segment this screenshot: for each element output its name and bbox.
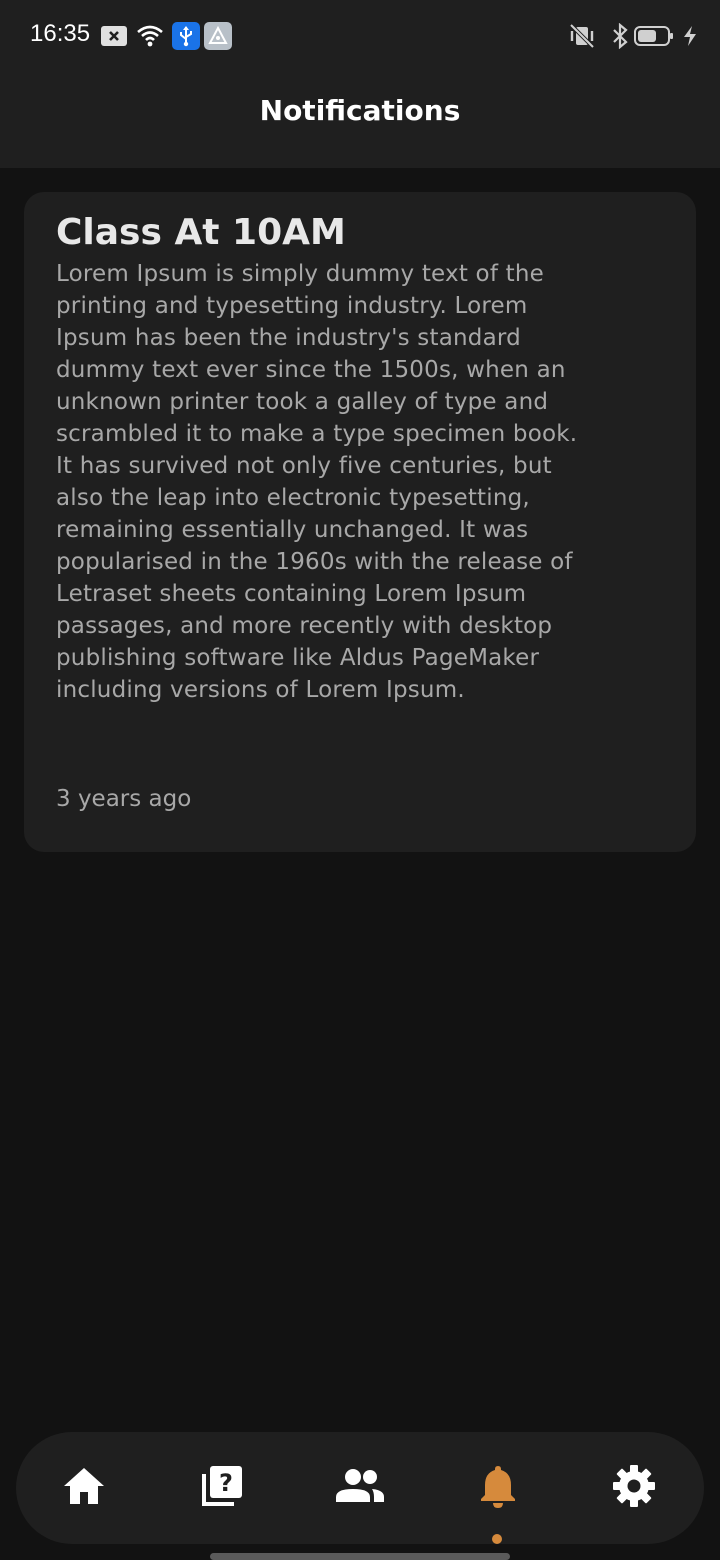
- nav-item-home[interactable]: [54, 1456, 114, 1516]
- notification-body: Lorem Ipsum is simply dummy text of the …: [56, 261, 578, 703]
- home-icon: [64, 1468, 104, 1504]
- page-title: Notifications: [259, 94, 461, 127]
- settings-icon: [613, 1465, 655, 1507]
- notification-card[interactable]: Class At 10AM Lorem Ipsum is simply dumm…: [24, 192, 696, 852]
- app-icon: [204, 22, 232, 50]
- home-indicator[interactable]: [210, 1553, 510, 1560]
- app-bar: Notifications: [0, 72, 720, 168]
- status-bar: 16:35: [0, 0, 720, 72]
- active-indicator-dot: [492, 1534, 502, 1544]
- notification-timestamp: 3 years ago: [56, 786, 192, 812]
- charging-icon: [676, 22, 704, 50]
- notifications-screen: 16:35 Notifications Class At 10AM Lorem …: [0, 0, 720, 1560]
- bluetooth-icon: [606, 22, 634, 50]
- vibrate-off-icon: [568, 22, 596, 50]
- status-time: 16:35: [30, 20, 91, 47]
- svg-text:?: ?: [219, 1469, 233, 1497]
- wifi-icon: [136, 22, 164, 50]
- bottom-navigation: ?: [16, 1432, 704, 1544]
- nav-item-notifications[interactable]: [468, 1456, 528, 1516]
- nav-item-quiz[interactable]: ?: [192, 1456, 252, 1516]
- nav-item-people[interactable]: [330, 1456, 390, 1516]
- bell-icon: [481, 1466, 515, 1508]
- battery-icon: [634, 26, 674, 46]
- notification-title: Class At 10AM: [56, 212, 346, 253]
- usb-icon: [172, 22, 200, 50]
- nav-item-settings[interactable]: [604, 1456, 664, 1516]
- close-box-icon: [100, 24, 128, 48]
- people-icon: [336, 1469, 384, 1502]
- quiz-icon: ?: [202, 1466, 242, 1506]
